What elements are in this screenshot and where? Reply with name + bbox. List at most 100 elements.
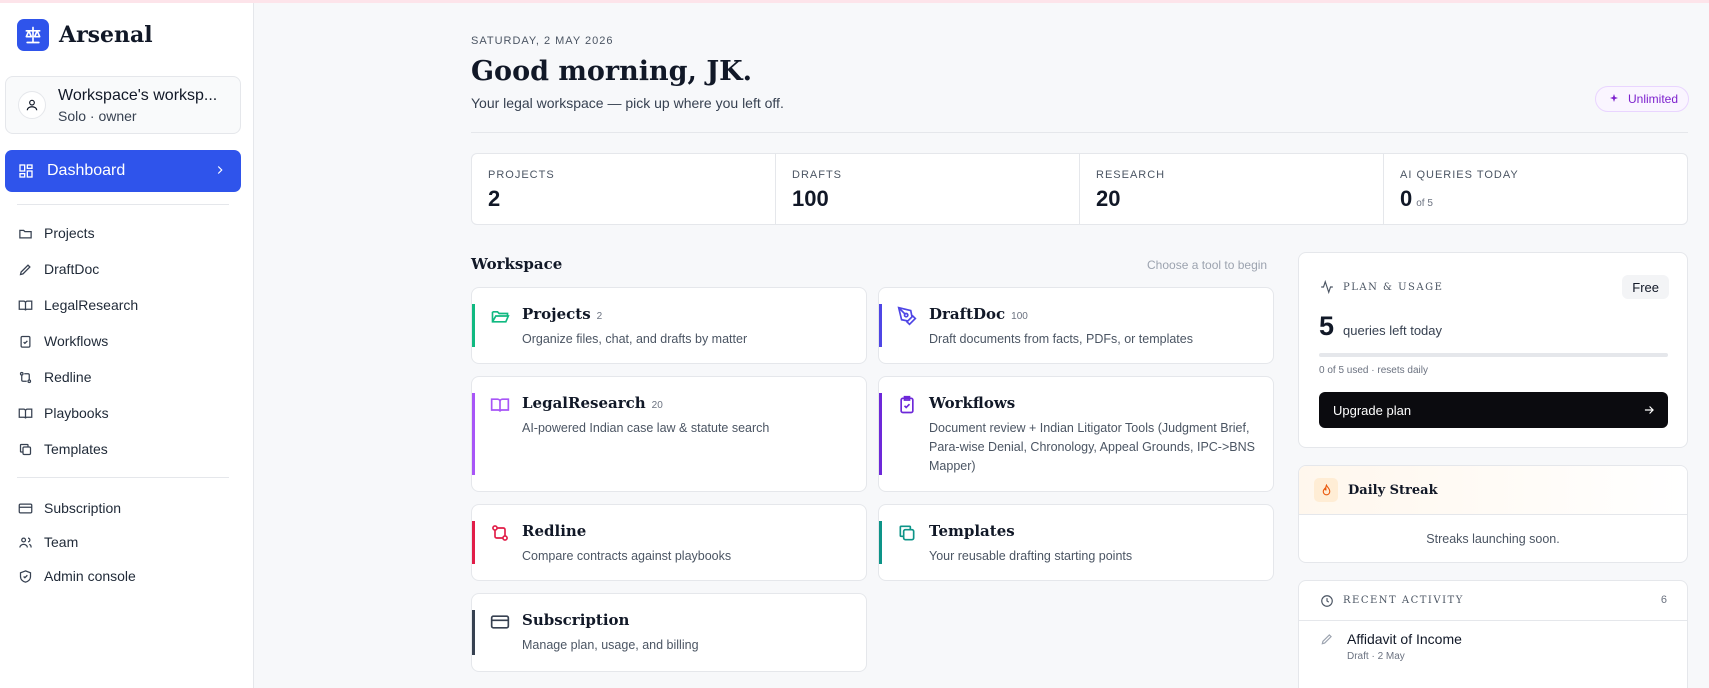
tool-name: Subscription xyxy=(522,611,630,629)
recent-activity-count: 6 xyxy=(1660,594,1667,606)
book-icon xyxy=(17,405,33,421)
sidebar-item-subscription[interactable]: Subscription xyxy=(17,496,121,520)
brand[interactable]: Arsenal xyxy=(17,19,153,51)
sidebar-item-playbooks[interactable]: Playbooks xyxy=(17,401,109,425)
stats-bar: PROJECTS 2 DRAFTS 100 RESEARCH 20 AI QUE… xyxy=(471,153,1688,225)
upgrade-plan-label: Upgrade plan xyxy=(1333,402,1412,418)
sidebar-item-label: Team xyxy=(44,534,79,550)
tool-description: Draft documents from facts, PDFs, or tem… xyxy=(929,332,1193,346)
tool-description: AI-powered Indian case law & statute sea… xyxy=(522,421,770,435)
chevron-right-icon xyxy=(213,163,227,182)
tool-description: Organize files, chat, and drafts by matt… xyxy=(522,332,748,346)
sidebar-item-legalresearch[interactable]: LegalResearch xyxy=(17,293,138,317)
tool-description: Compare contracts against playbooks xyxy=(522,549,732,563)
tool-name: LegalResearch xyxy=(522,394,646,412)
tool-accent-bar xyxy=(472,610,475,655)
queries-left-label: queries left today xyxy=(1343,323,1443,338)
tool-card-draftdoc[interactable]: DraftDoc 100 Draft documents from facts, … xyxy=(878,287,1274,364)
sidebar-divider xyxy=(17,204,229,205)
stat-projects: PROJECTS 2 xyxy=(472,154,776,224)
recent-activity-title: RECENT ACTIVITY xyxy=(1343,595,1464,606)
scales-logo-icon xyxy=(17,19,49,51)
folder-open-icon xyxy=(490,306,510,326)
workspace-section-title: Workspace xyxy=(471,255,563,273)
tool-card-workflows[interactable]: Workflows Document review + Indian Litig… xyxy=(878,376,1274,492)
daily-streak-title: Daily Streak xyxy=(1348,482,1438,498)
tool-name: Templates xyxy=(929,522,1015,540)
tool-accent-bar xyxy=(879,521,882,564)
sparkles-icon xyxy=(1606,91,1622,107)
current-date: SATURDAY, 2 MAY 2026 xyxy=(471,35,614,47)
stat-drafts: DRAFTS 100 xyxy=(776,154,1080,224)
plan-usage-title: PLAN & USAGE xyxy=(1343,281,1444,293)
header-divider xyxy=(471,132,1688,133)
sidebar-item-label: Templates xyxy=(44,441,108,457)
tool-card-projects[interactable]: Projects 2 Organize files, chat, and draf… xyxy=(471,287,867,364)
daily-streak-message: Streaks launching soon. xyxy=(1426,532,1560,546)
stat-label: AI QUERIES TODAY xyxy=(1400,169,1519,181)
git-compare-icon xyxy=(17,369,33,385)
sidebar-item-team[interactable]: Team xyxy=(17,530,78,554)
recent-item-title: Affidavit of Income xyxy=(1347,631,1462,647)
sidebar-item-label: Workflows xyxy=(44,333,109,349)
tool-description: Document review + Indian Litigator Tools… xyxy=(929,421,1255,473)
tool-name: Workflows xyxy=(929,394,1016,412)
unlimited-badge[interactable]: Unlimited xyxy=(1595,86,1690,112)
copy-icon xyxy=(897,523,917,543)
usage-text: 0 of 5 used · resets daily xyxy=(1319,365,1428,376)
sidebar-item-projects[interactable]: Projects xyxy=(17,221,95,245)
tool-card-redline[interactable]: Redline Compare contracts against playbo… xyxy=(471,504,867,581)
tool-card-templates[interactable]: Templates Your reusable drafting startin… xyxy=(878,504,1274,581)
workspace-name: Workspace's worksp... xyxy=(58,86,218,104)
upgrade-plan-button[interactable]: Upgrade plan xyxy=(1319,392,1668,428)
clipboard-check-icon xyxy=(17,333,33,349)
tool-name: DraftDoc xyxy=(929,305,1006,323)
tool-card-subscription[interactable]: Subscription Manage plan, usage, and bil… xyxy=(471,593,867,672)
app-name: Arsenal xyxy=(59,22,153,48)
tool-count: 20 xyxy=(651,400,663,411)
tool-description: Manage plan, usage, and billing xyxy=(522,638,699,652)
credit-card-icon xyxy=(490,612,510,632)
plan-tier-badge: Free xyxy=(1622,275,1669,299)
tool-count: 100 xyxy=(1011,311,1028,322)
sidebar-item-workflows[interactable]: Workflows xyxy=(17,329,108,353)
clipboard-check-icon xyxy=(897,395,917,415)
shield-icon xyxy=(17,568,33,584)
tool-description: Your reusable drafting starting points xyxy=(929,549,1133,563)
stat-value: 0 xyxy=(1400,186,1413,211)
sidebar-item-label: Dashboard xyxy=(47,162,126,179)
sidebar-item-draftdoc[interactable]: DraftDoc xyxy=(17,257,99,281)
pen-icon xyxy=(17,261,33,277)
sidebar-item-label: DraftDoc xyxy=(44,261,100,277)
arrow-right-icon xyxy=(1642,403,1656,420)
usage-progress-bar xyxy=(1319,353,1668,357)
book-open-icon xyxy=(17,297,33,313)
unlimited-badge-label: Unlimited xyxy=(1628,92,1679,106)
page-subtitle: Your legal workspace — pick up where you… xyxy=(471,95,784,111)
stat-ai-queries: AI QUERIES TODAY 0 of 5 xyxy=(1384,154,1687,224)
book-open-icon xyxy=(490,395,510,415)
workspace-section-hint: Choose a tool to begin xyxy=(1147,258,1268,272)
tool-name: Redline xyxy=(522,522,587,540)
clock-icon xyxy=(1319,593,1335,609)
tool-accent-bar xyxy=(879,393,882,475)
page-title: Good morning, JK. xyxy=(471,56,752,87)
sidebar-item-label: Playbooks xyxy=(44,405,109,421)
recent-item-date: 2 May xyxy=(1377,651,1405,662)
sidebar-item-admin-console[interactable]: Admin console xyxy=(17,564,136,588)
stat-label: RESEARCH xyxy=(1096,169,1166,181)
daily-streak-card: Daily Streak Streaks launching soon. xyxy=(1298,465,1688,563)
sidebar-item-templates[interactable]: Templates xyxy=(17,437,108,461)
tool-count: 2 xyxy=(596,311,603,322)
sidebar-item-dashboard[interactable]: Dashboard xyxy=(5,150,241,192)
sidebar-item-label: Projects xyxy=(44,225,95,241)
users-icon xyxy=(17,534,33,550)
stat-label: PROJECTS xyxy=(488,169,555,181)
stat-label: DRAFTS xyxy=(792,169,842,181)
activity-icon xyxy=(1319,279,1335,295)
plan-usage-card: PLAN & USAGE Free 5 queries left today 0… xyxy=(1298,252,1688,448)
sidebar-item-redline[interactable]: Redline xyxy=(17,365,91,389)
workspace-switcher[interactable]: Workspace's worksp... Solo · owner xyxy=(5,76,241,134)
recent-activity-item[interactable]: Affidavit of Income Draft · 2 May xyxy=(1319,631,1462,662)
tool-card-legalresearch[interactable]: LegalResearch 20 AI-powered Indian case l… xyxy=(471,376,867,492)
